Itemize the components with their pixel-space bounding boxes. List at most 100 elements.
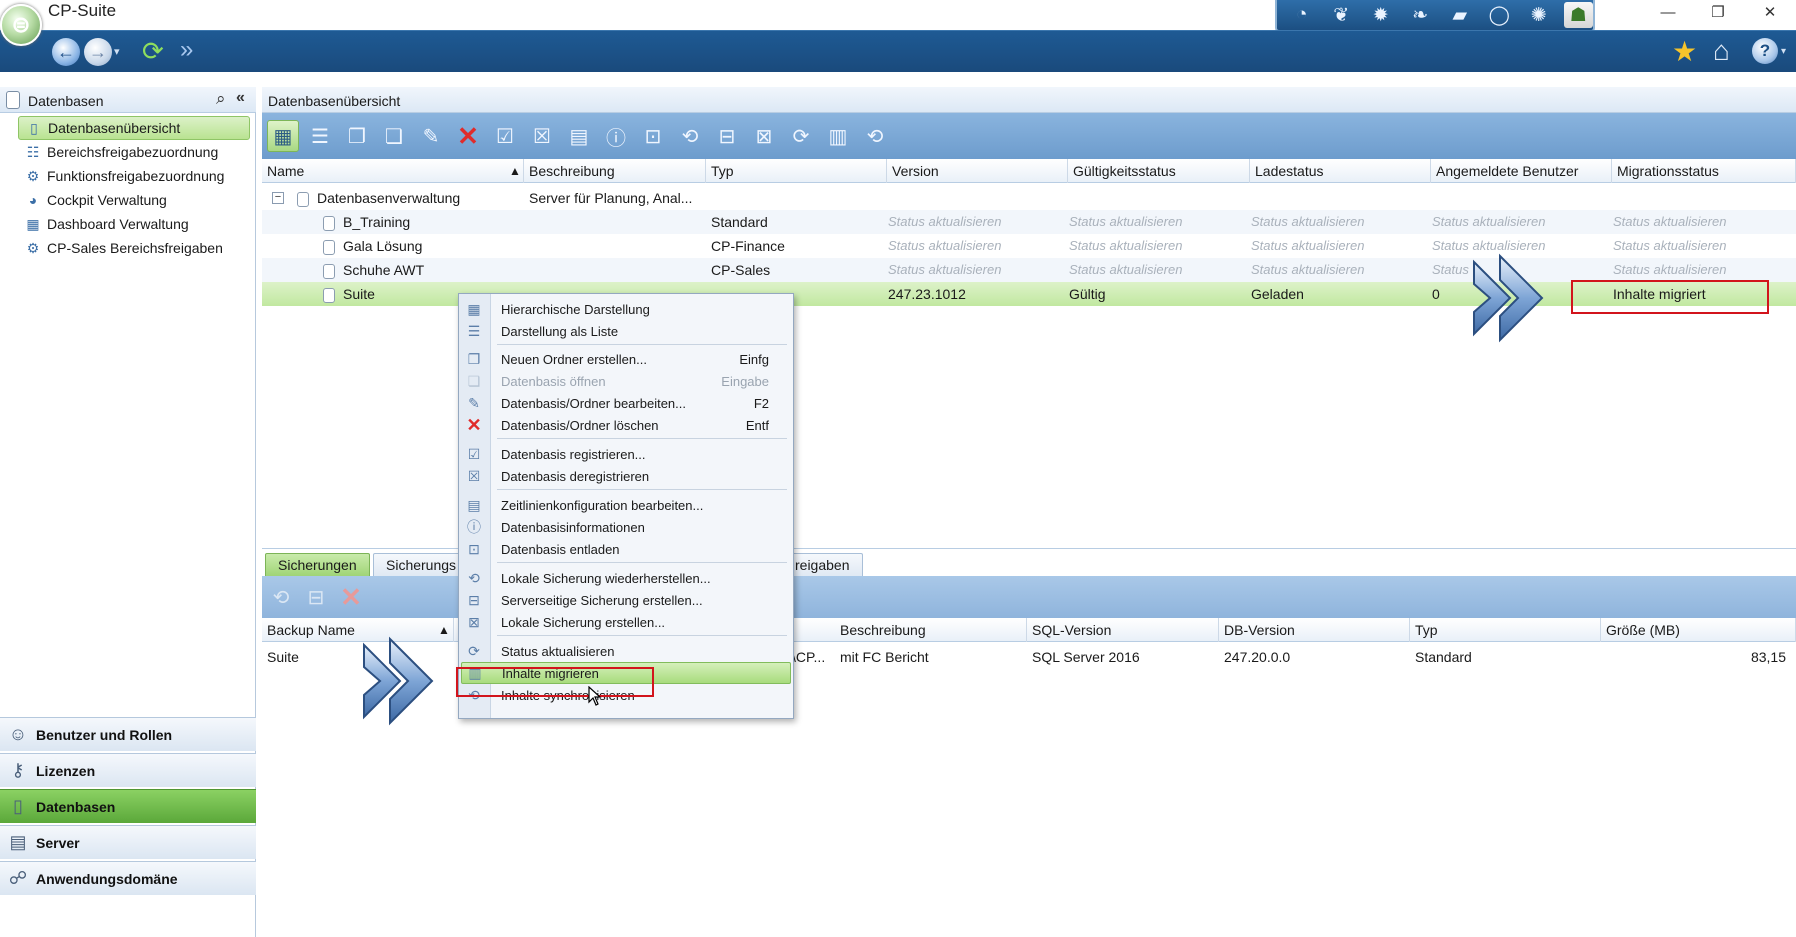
restore-backup-icon[interactable]: ⟲ [674, 120, 706, 152]
column-header-typ[interactable]: Typ [1410, 618, 1601, 642]
tool-admin-icon[interactable]: ☗ [1563, 2, 1593, 28]
list-view-icon: ☰ [467, 322, 481, 339]
tool-cycle-icon[interactable]: ◯ [1485, 2, 1515, 28]
tool-settings-icon[interactable]: ✺ [1524, 2, 1554, 28]
column-header-gueltigkeitsstatus[interactable]: Gültigkeitsstatus [1068, 159, 1250, 183]
help-icon[interactable]: ? [1752, 38, 1778, 64]
collapse-node-icon[interactable]: − [272, 192, 284, 204]
jump-forward-icon[interactable]: » [180, 36, 194, 64]
column-header-sql-version[interactable]: SQL-Version [1027, 618, 1219, 642]
collapse-panel-icon[interactable]: « [236, 89, 245, 107]
history-dropdown-icon[interactable]: ▾ [114, 45, 120, 58]
local-backup-icon[interactable]: ⊠ [748, 120, 780, 152]
database-info-icon[interactable]: ⓘ [600, 120, 632, 152]
tool-report-icon[interactable]: ▰ [1445, 2, 1475, 28]
row-name-cell: B_Training [318, 210, 524, 234]
back-arrow-icon[interactable]: ← [52, 38, 80, 66]
hierarchical-view-icon[interactable]: ▦ [267, 120, 299, 152]
delete-backup-icon[interactable]: ✕ [336, 582, 366, 612]
migrate-content-icon[interactable]: ▥ [822, 120, 854, 152]
server-backup-icon[interactable]: ⊟ [711, 120, 743, 152]
section-server[interactable]: ▤ Server [0, 825, 256, 859]
column-header-beschreibung[interactable]: Beschreibung [835, 618, 1027, 642]
section-lizenzen[interactable]: ⚷ Lizenzen [0, 753, 256, 787]
tool-leaf-icon[interactable]: ❧ [1406, 2, 1436, 28]
restore-backup-icon[interactable]: ⟲ [266, 582, 296, 612]
menu-item-serverseitige-sicherung-erstellen[interactable]: ⊟ Serverseitige Sicherung erstellen... [461, 589, 791, 611]
unload-database-icon[interactable]: ⊡ [637, 120, 669, 152]
tab-sicherungsplan[interactable]: Sicherungs [373, 553, 470, 577]
menu-item-datenbasis-registrieren[interactable]: ☑ Datenbasis registrieren... [461, 443, 791, 465]
tree-item-dashboard-verwaltung[interactable]: ▦ Dashboard Verwaltung [18, 212, 250, 236]
tree-item-label: Funktionsfreigabezuordnung [47, 168, 225, 184]
table-row-datenbasenverwaltung[interactable]: − Datenbasenverwaltung Server für Planun… [262, 186, 1796, 210]
tab-sicherungen[interactable]: Sicherungen [265, 553, 370, 577]
menu-item-datenbasis-ordner-bearbeiten[interactable]: ✎ Datenbasis/Ordner bearbeiten... F2 [461, 392, 791, 414]
restore-button[interactable]: ❐ [1693, 0, 1743, 24]
column-header-ladestatus[interactable]: Ladestatus [1250, 159, 1431, 183]
timeline-config-icon[interactable]: ▤ [563, 120, 595, 152]
new-folder-icon: ❐ [467, 350, 481, 367]
tree-item-datenbasenuebersicht[interactable]: ▯ Datenbasenübersicht [18, 116, 250, 140]
menu-item-datenbasisinformationen[interactable]: ⓘ Datenbasisinformationen [461, 516, 791, 538]
delete-icon[interactable]: ✕ [452, 120, 484, 152]
column-header-typ[interactable]: Typ [706, 159, 887, 183]
app-logo-icon[interactable]: ⊜ [0, 4, 42, 46]
tree-item-bereichsfreigabezuordnung[interactable]: ☷ Bereichsfreigabezuordnung [18, 140, 250, 164]
sort-ascending-icon[interactable]: ▲ [509, 159, 521, 183]
table-row-b-training[interactable]: B_Training Standard Status aktualisieren… [262, 210, 1796, 234]
tool-dashboard-icon[interactable]: ◔ [1287, 2, 1317, 28]
menu-item-datenbasis-deregistrieren[interactable]: ☒ Datenbasis deregistrieren [461, 465, 791, 487]
row-type: CP-Sales [711, 262, 771, 278]
database-folder-icon [297, 191, 309, 207]
tool-planning-icon[interactable]: ❦ [1327, 2, 1357, 28]
table-row-schuhe-awt[interactable]: Schuhe AWT CP-Sales Status aktualisieren… [262, 258, 1796, 282]
column-header-migrationsstatus[interactable]: Migrationsstatus [1612, 159, 1796, 183]
menu-item-neuen-ordner-erstellen[interactable]: ❐ Neuen Ordner erstellen... Einfg [461, 348, 791, 370]
save-backup-icon[interactable]: ⊟ [301, 582, 331, 612]
column-header-db-version[interactable]: DB-Version [1219, 618, 1410, 642]
edit-pencil-icon[interactable]: ✎ [415, 120, 447, 152]
forward-arrow-icon[interactable]: → [84, 38, 112, 66]
help-dropdown-icon[interactable]: ▾ [1781, 46, 1786, 57]
deregister-database-icon[interactable]: ☒ [526, 120, 558, 152]
column-header-groesse[interactable]: Größe (MB) [1601, 618, 1796, 642]
minimize-button[interactable]: — [1643, 0, 1693, 24]
menu-item-datenbasis-entladen[interactable]: ⊡ Datenbasis entladen [461, 538, 791, 560]
refresh-icon[interactable]: ⟳ [142, 36, 164, 67]
close-button[interactable]: ✕ [1745, 0, 1795, 24]
menu-item-darstellung-als-liste[interactable]: ☰ Darstellung als Liste [461, 320, 791, 342]
tool-analysis-icon[interactable]: ✹ [1366, 2, 1396, 28]
column-header-version[interactable]: Version [887, 159, 1068, 183]
register-database-icon[interactable]: ☑ [489, 120, 521, 152]
tree-item-cp-sales-bereichsfreigaben[interactable]: ⚙ CP-Sales Bereichsfreigaben [18, 236, 250, 260]
column-header-angemeldete-benutzer[interactable]: Angemeldete Benutzer [1431, 159, 1612, 183]
tab-freigaben[interactable]: reigaben [782, 553, 863, 577]
refresh-status-icon: ⟳ [468, 642, 480, 659]
sync-content-icon[interactable]: ⟲ [859, 120, 891, 152]
row-name: Suite [343, 286, 375, 302]
menu-item-label: Datenbasis registrieren... [501, 446, 646, 462]
menu-item-zeitlinienkonfiguration[interactable]: ▤ Zeitlinienkonfiguration bearbeiten... [461, 494, 791, 516]
menu-item-datenbasis-ordner-loeschen[interactable]: ✕ Datenbasis/Ordner löschen Entf [461, 414, 791, 436]
list-view-icon[interactable]: ☰ [304, 120, 336, 152]
menu-item-hierarchische-darstellung[interactable]: ▦ Hierarchische Darstellung [461, 298, 791, 320]
row-type: Standard [711, 214, 768, 230]
tree-item-funktionsfreigabezuordnung[interactable]: ⚙ Funktionsfreigabezuordnung [18, 164, 250, 188]
section-benutzer-und-rollen[interactable]: ☺ Benutzer und Rollen [0, 717, 256, 751]
search-icon[interactable]: ⌕ [216, 89, 226, 109]
new-folder-icon[interactable]: ❐ [341, 120, 373, 152]
menu-item-lokale-sicherung-erstellen[interactable]: ⊠ Lokale Sicherung erstellen... [461, 611, 791, 633]
section-anwendungsdomaene[interactable]: ☍ Anwendungsdomäne [0, 861, 256, 895]
menu-item-status-aktualisieren[interactable]: ⟳ Status aktualisieren [461, 640, 791, 662]
favorites-star-icon[interactable]: ★ [1672, 35, 1697, 68]
home-icon[interactable]: ⌂ [1713, 35, 1730, 67]
tree-item-cockpit-verwaltung[interactable]: ◕ Cockpit Verwaltung [18, 188, 250, 212]
menu-item-lokale-sicherung-wiederherstellen[interactable]: ⟲ Lokale Sicherung wiederherstellen... [461, 567, 791, 589]
table-row-gala-loesung[interactable]: Gala Lösung CP-Finance Status aktualisie… [262, 234, 1796, 258]
column-header-beschreibung[interactable]: Beschreibung [524, 159, 706, 183]
section-datenbasen[interactable]: ▯ Datenbasen [0, 789, 256, 823]
open-database-icon[interactable]: ❏ [378, 120, 410, 152]
column-header-name[interactable]: Name [262, 159, 524, 183]
refresh-status-icon[interactable]: ⟳ [785, 120, 817, 152]
